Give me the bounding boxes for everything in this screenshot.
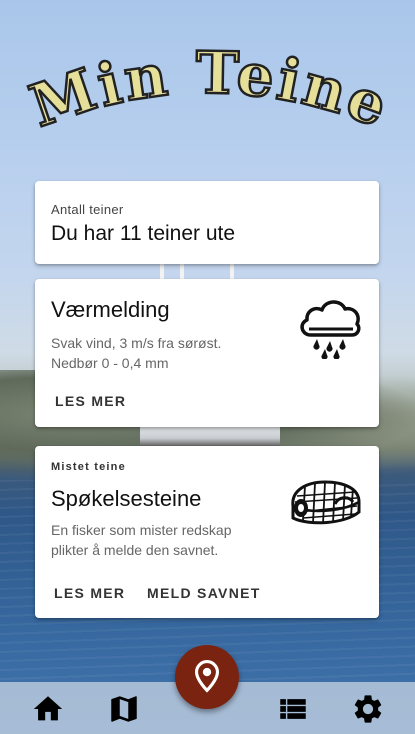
app-title: Min Teine [0, 37, 415, 142]
gear-icon[interactable] [351, 692, 385, 726]
app-title-text: Min Teine [21, 37, 398, 142]
weather-wind-text: Svak vind, 3 m/s fra sørøst. [51, 335, 222, 351]
ghost-trap-card: Mistet teine Spøkelsesteine En fisker so… [35, 446, 379, 618]
weather-precipitation-text: Nedbør 0 - 0,4 mm [51, 355, 169, 371]
ghost-trap-title: Spøkelsesteine [51, 486, 202, 511]
report-missing-button[interactable]: MELD SAVNET [147, 585, 261, 601]
list-icon[interactable] [276, 692, 310, 726]
trap-count-value: Du har 11 teiner ute [51, 222, 236, 245]
trap-count-label: Antall teiner [51, 202, 124, 217]
weather-description: Svak vind, 3 m/s fra sørøst. Nedbør 0 - … [51, 333, 281, 373]
ghost-trap-text-line2: plikter å melde den savnet. [51, 542, 219, 558]
weather-read-more-button[interactable]: LES MER [55, 393, 126, 409]
crab-pot-icon [285, 476, 365, 532]
ghost-trap-description: En fisker som mister redskap plikter å m… [51, 520, 281, 560]
svg-text:Min Teine: Min Teine [22, 39, 399, 138]
location-pin-icon [194, 660, 220, 693]
map-icon[interactable] [107, 692, 141, 726]
background-boat [140, 425, 280, 447]
location-pin-button[interactable] [175, 645, 239, 709]
weather-card: Værmelding Svak vind, 3 m/s fra sørøst. … [35, 279, 379, 427]
trap-count-card: Antall teiner Du har 11 teiner ute [35, 181, 379, 264]
ghost-trap-read-more-button[interactable]: LES MER [54, 585, 125, 601]
home-icon[interactable] [31, 692, 65, 726]
rain-cloud-icon [297, 295, 363, 360]
ghost-trap-text-line1: En fisker som mister redskap [51, 522, 232, 538]
ghost-trap-overline: Mistet teine [51, 461, 126, 473]
weather-title: Værmelding [51, 297, 170, 322]
